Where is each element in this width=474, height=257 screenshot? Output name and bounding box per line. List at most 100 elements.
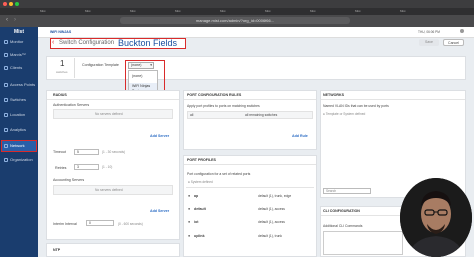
browser-tab[interactable]: Mist: [220, 9, 226, 13]
sidebar-item-marvis[interactable]: Marvis™: [2, 50, 36, 60]
sidebar-item-organization[interactable]: Organization: [2, 155, 36, 165]
port-rules-title: PORT CONFIGURATION RULES: [187, 93, 242, 97]
divider: [47, 99, 179, 100]
browser-tab[interactable]: Mist: [130, 9, 136, 13]
close-window-icon[interactable]: [3, 2, 7, 6]
template-label: Configuration Template: [82, 63, 119, 67]
presenter-image: [400, 178, 472, 257]
timeout-label: Timeout: [53, 150, 66, 154]
port-profile-row[interactable]: ● default default (1), access: [186, 206, 314, 214]
browser-tab[interactable]: Mist: [40, 9, 46, 13]
acct-no-servers: No servers defined: [95, 188, 123, 192]
sidebar-item-location[interactable]: Location: [2, 110, 36, 120]
networks-title: NETWORKS: [323, 93, 344, 97]
add-auth-server-link[interactable]: Add Server: [150, 134, 169, 138]
cancel-button[interactable]: Cancel: [443, 39, 464, 46]
ntp-title: NTP: [53, 248, 61, 252]
networks-search-input[interactable]: Search: [323, 188, 371, 194]
maximize-window-icon[interactable]: [15, 2, 19, 6]
sidebar-item-network[interactable]: Network: [1, 140, 37, 152]
sidebar-item-analytics[interactable]: Analytics: [2, 125, 36, 135]
timeout-input[interactable]: 5: [74, 149, 99, 155]
page-title: Buckton Fields: [118, 38, 178, 48]
template-option[interactable]: (none): [132, 74, 142, 78]
timeout-hint: (1 - 30 seconds): [102, 150, 126, 154]
clients-icon: [4, 65, 8, 70]
sidebar-item-monitor[interactable]: Monitor: [2, 37, 36, 47]
browser-tab[interactable]: Mist: [175, 9, 181, 13]
rule-name: all: [190, 113, 194, 117]
browser-tab[interactable]: Mist: [310, 9, 316, 13]
sidebar-item-clients[interactable]: Clients: [2, 63, 36, 73]
interim-label: Interim Interval: [53, 222, 77, 226]
port-profile-row[interactable]: ● uplink default (1), trunk: [186, 233, 314, 241]
switch-configuration-label: Switch Configuration: [59, 40, 115, 46]
rule-match: all remaining switches: [245, 113, 278, 117]
retries-hint: (1 - 10): [102, 165, 113, 169]
template-defined-legend: ● Template or System defined: [323, 112, 366, 116]
template-option[interactable]: WiFi Ninjas: [132, 84, 150, 88]
browser-tab[interactable]: Mist: [355, 9, 361, 13]
minimize-window-icon[interactable]: [9, 2, 13, 6]
bullet-icon: ●: [188, 234, 191, 238]
switch-count: 1: [60, 59, 65, 68]
switch-count-label: switches: [56, 70, 68, 74]
cli-commands-textarea[interactable]: [323, 231, 403, 255]
cli-title: CLI CONFIGURATION: [323, 209, 360, 213]
add-acct-server-link[interactable]: Add Server: [150, 209, 169, 213]
monitor-icon: [4, 39, 8, 44]
port-rules-desc: Apply port profiles to ports on matching…: [187, 104, 260, 108]
add-rule-link[interactable]: Add Rule: [292, 134, 308, 138]
browser-tab[interactable]: Mist: [85, 9, 91, 13]
networks-desc: Named VLAN IDs that can be used by ports: [323, 104, 389, 108]
sidebar-item-switches[interactable]: Switches: [2, 95, 36, 105]
divider: [74, 58, 75, 78]
retries-input[interactable]: 3: [74, 164, 99, 170]
interim-hint: (0 - 600 seconds): [118, 222, 143, 226]
location-icon: [4, 112, 8, 117]
browser-tab[interactable]: Mist: [400, 9, 406, 13]
template-select[interactable]: (none) ▾: [128, 62, 154, 69]
address-bar[interactable]: manage.mist.com/admin/?org_id=0006f66...: [120, 17, 350, 24]
forward-icon[interactable]: ›: [14, 17, 16, 23]
chevron-down-icon: ▾: [150, 63, 152, 67]
divider: [186, 187, 314, 188]
back-icon[interactable]: ‹: [6, 17, 8, 23]
summary-panel: [46, 56, 466, 80]
auth-servers-label: Authentication Servers: [53, 103, 90, 107]
org-name[interactable]: WiFi NINJAS: [50, 30, 71, 34]
browser-tab[interactable]: Mist: [265, 9, 271, 13]
divider: [184, 164, 316, 165]
auth-no-servers: No servers defined: [95, 112, 123, 116]
bullet-icon: ●: [188, 220, 191, 224]
organization-icon: [4, 157, 8, 162]
interim-input[interactable]: 0: [86, 220, 114, 226]
bullet-icon: ●: [188, 207, 191, 211]
system-defined-legend: ● System defined: [188, 180, 213, 184]
port-profiles-title: PORT PROFILES: [187, 158, 216, 162]
network-icon: [4, 143, 8, 148]
analytics-icon: [4, 127, 8, 132]
divider: [184, 99, 316, 100]
ntp-panel: [46, 243, 180, 257]
browser-titlebar: [0, 0, 474, 8]
acct-servers-label: Accounting Servers: [53, 178, 85, 182]
radius-title: RADIUS: [53, 93, 67, 97]
back-chevron-icon[interactable]: ‹: [52, 39, 54, 46]
user-icon[interactable]: [460, 29, 464, 33]
mist-logo: Mist: [14, 29, 24, 35]
port-profiles-desc: Port configuration for a set of related …: [187, 172, 251, 176]
divider: [321, 99, 465, 100]
cli-desc: Additional CLI Commands: [323, 224, 363, 228]
switch-icon: [4, 97, 8, 102]
save-button[interactable]: Save: [419, 39, 439, 46]
sidebar-item-access-points[interactable]: Access Points: [2, 80, 36, 90]
port-profile-row[interactable]: ● iot default (1), access: [186, 219, 314, 227]
port-profile-row[interactable]: ● ap default (1), trunk, edge: [186, 193, 314, 201]
retries-label: Retries: [55, 166, 67, 170]
access-point-icon: [4, 82, 8, 87]
bullet-icon: ●: [188, 194, 191, 198]
marvis-icon: [4, 52, 8, 57]
clock: THU, 06:06 PM: [418, 30, 440, 34]
webcam-overlay: [400, 178, 472, 257]
